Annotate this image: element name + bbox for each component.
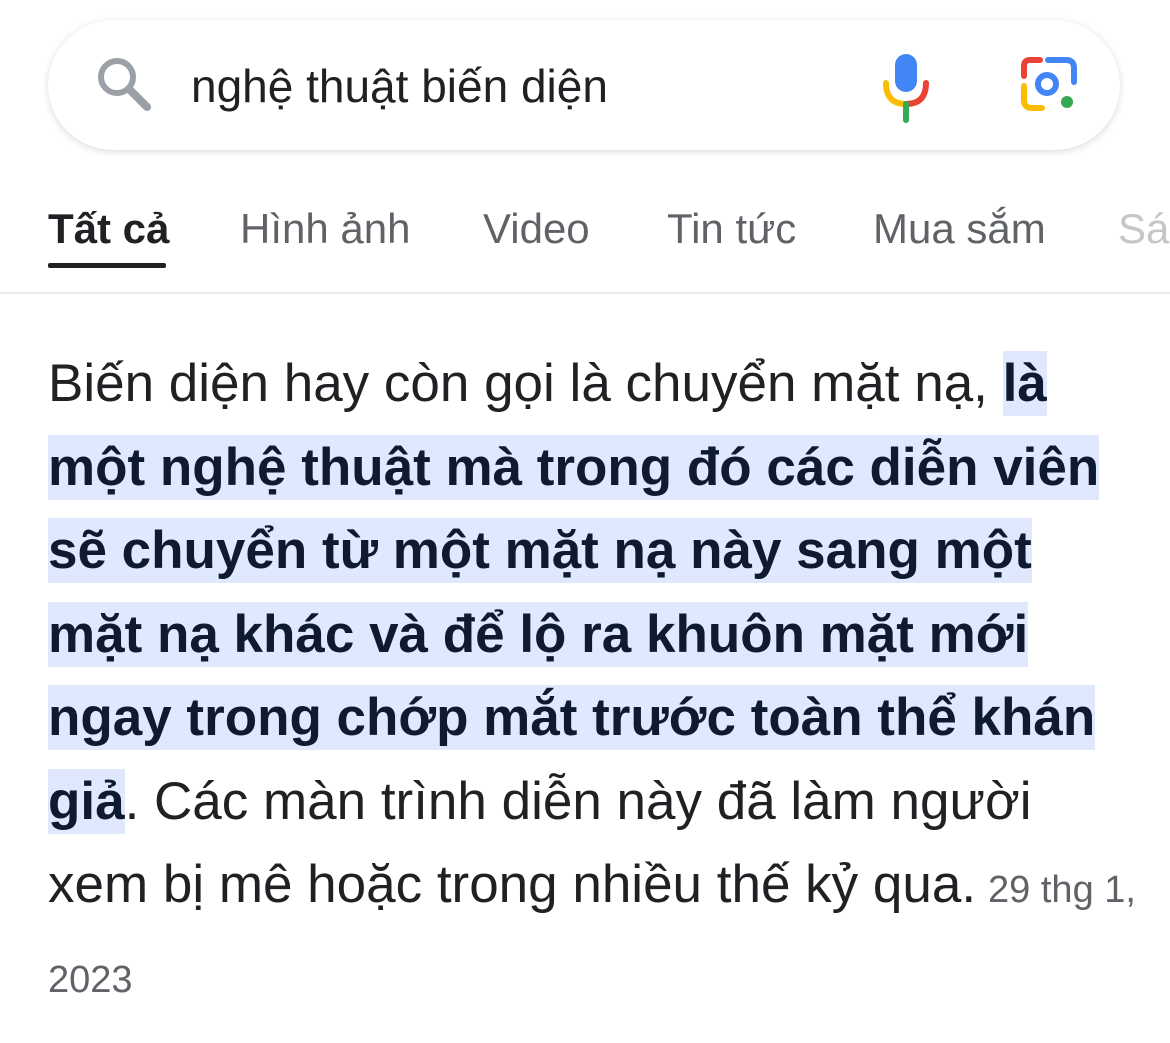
featured-snippet: Biến diện hay còn gọi là chuyển mặt nạ, …: [48, 342, 1138, 1022]
search-tabs: Tất cả Hình ảnh Video Tin tức Mua sắm Sá: [0, 188, 1170, 268]
tab-news[interactable]: Tin tức: [667, 204, 796, 254]
search-bar[interactable]: nghệ thuật biến diện: [48, 20, 1120, 150]
divider: [0, 292, 1170, 294]
active-tab-indicator: [48, 263, 166, 268]
search-input[interactable]: nghệ thuật biến diện: [191, 58, 608, 114]
search-icon: [92, 52, 156, 116]
tab-images[interactable]: Hình ảnh: [240, 204, 410, 254]
snippet-text-after: . Các màn trình diễn này đã làm người xe…: [48, 771, 1032, 915]
tab-books[interactable]: Sá: [1118, 204, 1169, 254]
snippet-text-before: Biến diện hay còn gọi là chuyển mặt nạ,: [48, 354, 1003, 413]
tab-video[interactable]: Video: [483, 204, 590, 254]
mic-icon[interactable]: [878, 50, 934, 124]
tab-shopping[interactable]: Mua sắm: [873, 204, 1046, 254]
google-lens-icon[interactable]: [1018, 52, 1082, 116]
tab-all[interactable]: Tất cả: [48, 204, 169, 254]
snippet-highlight: là một nghệ thuật mà trong đó các diễn v…: [48, 351, 1100, 834]
